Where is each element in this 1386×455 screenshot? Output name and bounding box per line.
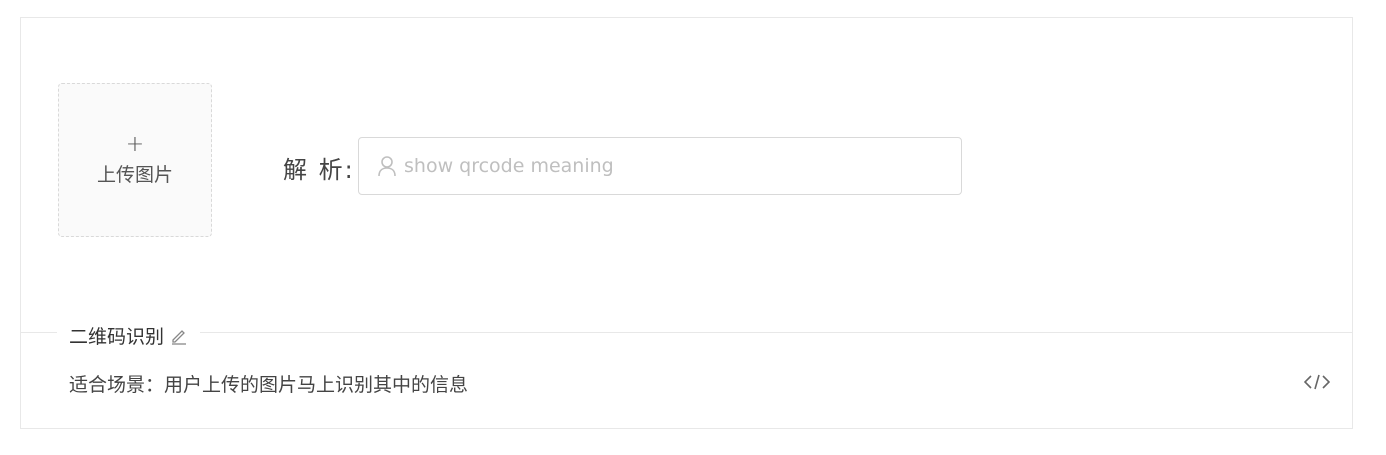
- upload-image-button[interactable]: + 上传图片: [58, 83, 212, 237]
- section-title: 二维码识别: [57, 322, 201, 349]
- qrcode-meaning-input[interactable]: [402, 154, 961, 178]
- edit-icon[interactable]: [170, 327, 188, 345]
- demo-card: + 上传图片 解 析: 二维码识别 适合场景：用户上传的图片马上识别其中的信息: [20, 17, 1353, 429]
- upload-label: 上传图片: [96, 163, 173, 186]
- parse-label: 解 析:: [283, 156, 355, 184]
- parse-input-wrapper[interactable]: [358, 137, 962, 195]
- section-description: 适合场景：用户上传的图片马上识别其中的信息: [69, 374, 469, 396]
- section-divider: [21, 332, 1352, 333]
- plus-icon: +: [125, 131, 145, 157]
- user-icon: [378, 156, 396, 177]
- section-title-text: 二维码识别: [69, 326, 165, 348]
- code-icon[interactable]: [1304, 372, 1330, 392]
